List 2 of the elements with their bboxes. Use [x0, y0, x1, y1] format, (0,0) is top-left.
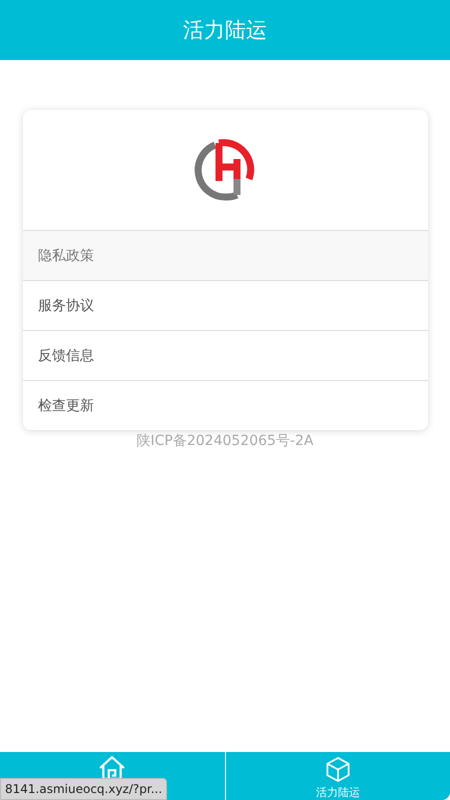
page-title: 活力陆运 — [183, 17, 267, 44]
status-tooltip: 8141.asmiueocq.xyz/?pr... — [0, 778, 168, 800]
